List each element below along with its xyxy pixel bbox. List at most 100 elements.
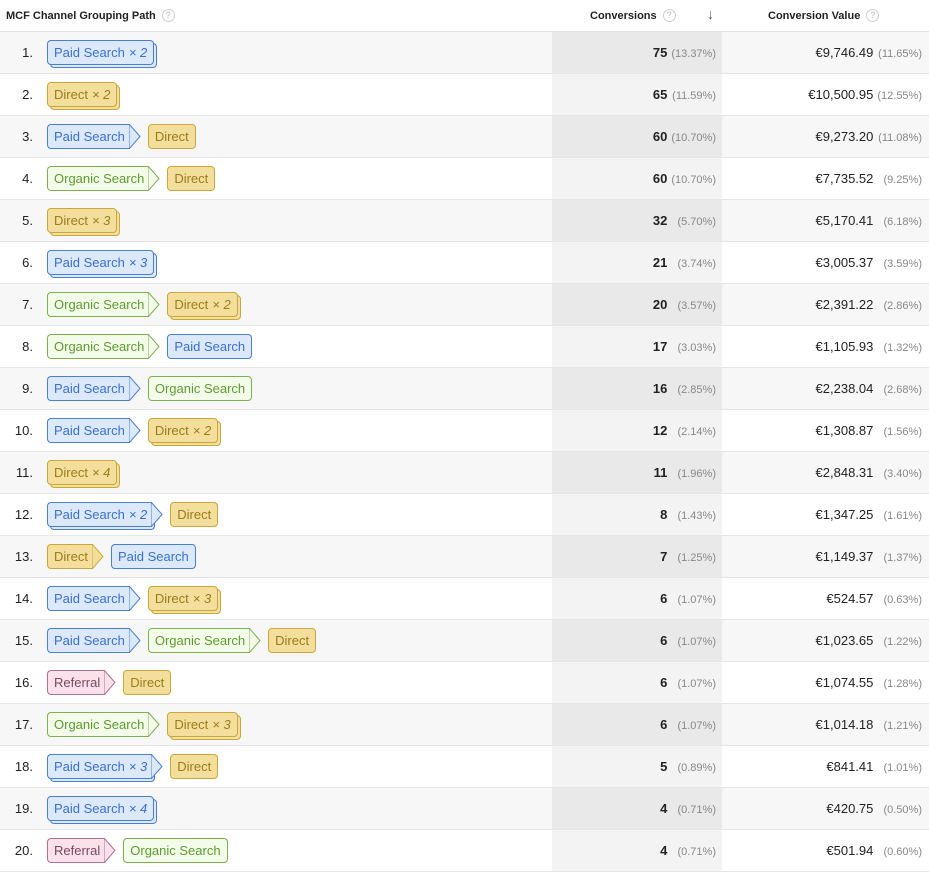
channel-path: Direct × 2 <box>47 82 124 110</box>
help-icon[interactable]: ? <box>161 9 175 22</box>
conversion-value-amount: €524.57 <box>826 591 874 606</box>
table-row[interactable]: 3. Paid Search Direct 60 (10.70%) €9,273.20 … <box>0 116 929 158</box>
table-row[interactable]: 19. Paid Search × 4 4 (0.71%) €420.75 (0.50%… <box>0 788 929 830</box>
path-arrow-icon <box>104 838 116 863</box>
channel-chip-direct[interactable]: Direct <box>167 166 216 191</box>
channel-label: Direct <box>154 423 189 438</box>
channel-chip-direct[interactable]: Direct × 2 <box>47 82 121 110</box>
table-row[interactable]: 16. Referral Direct 6 (1.07%) €1,074.55 (1.2… <box>0 662 929 704</box>
sort-descending-icon[interactable]: ↓ <box>707 6 714 22</box>
channel-chip-paid-search[interactable]: Paid Search × 3 <box>47 250 158 278</box>
table-row[interactable]: 12. Paid Search × 2 Direct 8 (1.43%) €1,347.2… <box>0 494 929 536</box>
help-icon[interactable]: ? <box>662 9 676 22</box>
channel-chip-direct[interactable]: Direct × 3 <box>167 712 242 740</box>
channel-chip-paid-search[interactable]: Paid Search <box>47 628 141 653</box>
table-row[interactable]: 7. Organic Search Direct × 2 20 (3.57%) €2,39… <box>0 284 929 326</box>
channel-chip-direct[interactable]: Direct <box>147 124 196 149</box>
channel-chip-organic-search[interactable]: Organic Search <box>147 628 261 653</box>
conversion-value-percent: (1.28%) <box>883 678 922 690</box>
conversions-value: 12 <box>652 423 668 438</box>
conversion-value-cell: €1,149.37 (1.37%) <box>730 549 922 564</box>
conversions-percent: (1.07%) <box>677 720 716 732</box>
table-row[interactable]: 13. Direct Paid Search 7 (1.25%) €1,149.37 (… <box>0 536 929 578</box>
channel-chip-organic-search[interactable]: Organic Search <box>47 334 160 359</box>
channel-chip-organic-search[interactable]: Organic Search <box>47 166 160 191</box>
channel-chip-direct[interactable]: Direct <box>268 628 317 653</box>
column-header-path[interactable]: MCF Channel Grouping Path ? <box>6 9 175 22</box>
row-index: 5. <box>22 213 33 228</box>
conversions-percent: (3.57%) <box>677 300 716 312</box>
channel-path: Direct Paid Search <box>47 544 203 569</box>
channel-chip-direct[interactable]: Direct <box>123 670 172 695</box>
column-header-conversion-value[interactable]: Conversion Value ? <box>768 9 880 22</box>
channel-step: Paid Search <box>110 544 196 569</box>
channel-chip-paid-search[interactable]: Paid Search <box>167 334 253 359</box>
table-row[interactable]: 5. Direct × 3 32 (5.70%) €5,170.41 (6.18%) <box>0 200 929 242</box>
conversion-value-percent: (9.25%) <box>883 174 922 186</box>
channel-label: Direct <box>130 675 165 690</box>
channel-label: Paid Search <box>54 633 125 648</box>
channel-step: Paid Search × 3 <box>47 250 158 278</box>
channel-chip-paid-search[interactable]: Paid Search <box>110 544 196 569</box>
table-header: MCF Channel Grouping Path ? Conversions … <box>0 0 929 32</box>
channel-chip-direct[interactable]: Direct × 3 <box>47 208 121 236</box>
table-row[interactable]: 15. Paid Search Organic Search Direct 6 (1.0… <box>0 620 929 662</box>
table-row[interactable]: 4. Organic Search Direct 60 (10.70%) €7,735.… <box>0 158 929 200</box>
row-index: 8. <box>22 339 33 354</box>
channel-chip-paid-search[interactable]: Paid Search × 3 <box>47 754 163 782</box>
table-row[interactable]: 6. Paid Search × 3 21 (3.74%) €3,005.37 (3.5… <box>0 242 929 284</box>
table-row[interactable]: 18. Paid Search × 3 Direct 5 (0.89%) €841.41 … <box>0 746 929 788</box>
conversion-value-cell: €1,014.18 (1.21%) <box>730 717 922 732</box>
channel-chip-paid-search[interactable]: Paid Search <box>47 586 141 611</box>
conversion-value-amount: €1,074.55 <box>815 675 874 690</box>
channel-chip-paid-search[interactable]: Paid Search <box>47 376 141 401</box>
channel-chip-direct[interactable]: Direct × 4 <box>47 460 121 488</box>
conversions-percent: (0.71%) <box>677 846 716 858</box>
channel-path: Organic Search Direct <box>47 166 222 191</box>
channel-step: Paid Search <box>47 376 141 401</box>
conversion-value-cell: €420.75 (0.50%) <box>730 801 922 816</box>
channel-chip-direct[interactable]: Direct × 2 <box>167 292 242 320</box>
channel-path: Paid Search × 2 Direct <box>47 502 225 530</box>
channel-step: Direct <box>147 124 196 149</box>
channel-label: Organic Search <box>154 633 246 648</box>
channel-chip-referral[interactable]: Referral <box>47 670 116 695</box>
channel-chip-direct[interactable]: Direct × 2 <box>147 418 222 446</box>
table-row[interactable]: 11. Direct × 4 11 (1.96%) €2,848.31 (3.40%) <box>0 452 929 494</box>
conversions-percent: (1.07%) <box>677 678 716 690</box>
conversion-value-percent: (11.65%) <box>878 48 922 60</box>
table-row[interactable]: 20. Referral Organic Search 4 (0.71%) €501.9… <box>0 830 929 872</box>
channel-step: Direct × 3 <box>147 586 222 614</box>
conversion-value-percent: (6.18%) <box>883 216 922 228</box>
channel-chip-direct[interactable]: Direct × 3 <box>147 586 222 614</box>
table-row[interactable]: 2. Direct × 2 65 (11.59%) €10,500.95 (12.55%… <box>0 74 929 116</box>
repeat-count: × 2 <box>91 87 111 102</box>
table-row[interactable]: 10. Paid Search Direct × 2 12 (2.14%) €1,308.… <box>0 410 929 452</box>
channel-chip-organic-search[interactable]: Organic Search <box>123 838 228 863</box>
channel-chip-paid-search[interactable]: Paid Search <box>47 418 141 443</box>
channel-label: Paid Search <box>54 759 125 774</box>
channel-chip-paid-search[interactable]: Paid Search <box>47 124 141 149</box>
channel-chip-direct[interactable]: Direct <box>170 502 219 527</box>
conversions-value: 16 <box>652 381 668 396</box>
table-row[interactable]: 9. Paid Search Organic Search 16 (2.85%) €2,… <box>0 368 929 410</box>
conversions-percent: (1.96%) <box>677 468 716 480</box>
table-row[interactable]: 1. Paid Search × 2 75 (13.37%) €9,746.49 (11… <box>0 32 929 74</box>
channel-chip-direct[interactable]: Direct <box>170 754 219 779</box>
repeat-count: × 3 <box>128 759 148 774</box>
channel-path: Organic Search Direct × 2 <box>47 292 245 320</box>
channel-chip-paid-search[interactable]: Paid Search × 4 <box>47 796 158 824</box>
channel-chip-organic-search[interactable]: Organic Search <box>147 376 253 401</box>
channel-chip-direct[interactable]: Direct <box>47 544 104 569</box>
column-header-conversions[interactable]: Conversions ? <box>590 9 676 22</box>
channel-chip-organic-search[interactable]: Organic Search <box>47 292 160 317</box>
help-icon[interactable]: ? <box>866 9 880 22</box>
table-row[interactable]: 14. Paid Search Direct × 3 6 (1.07%) €524.57 … <box>0 578 929 620</box>
channel-chip-referral[interactable]: Referral <box>47 838 116 863</box>
conversions-value: 6 <box>660 675 668 690</box>
table-row[interactable]: 8. Organic Search Paid Search 17 (3.03%) €1,… <box>0 326 929 368</box>
channel-chip-paid-search[interactable]: Paid Search × 2 <box>47 40 158 68</box>
channel-chip-organic-search[interactable]: Organic Search <box>47 712 160 737</box>
channel-chip-paid-search[interactable]: Paid Search × 2 <box>47 502 163 530</box>
table-row[interactable]: 17. Organic Search Direct × 3 6 (1.07%) €1,01… <box>0 704 929 746</box>
